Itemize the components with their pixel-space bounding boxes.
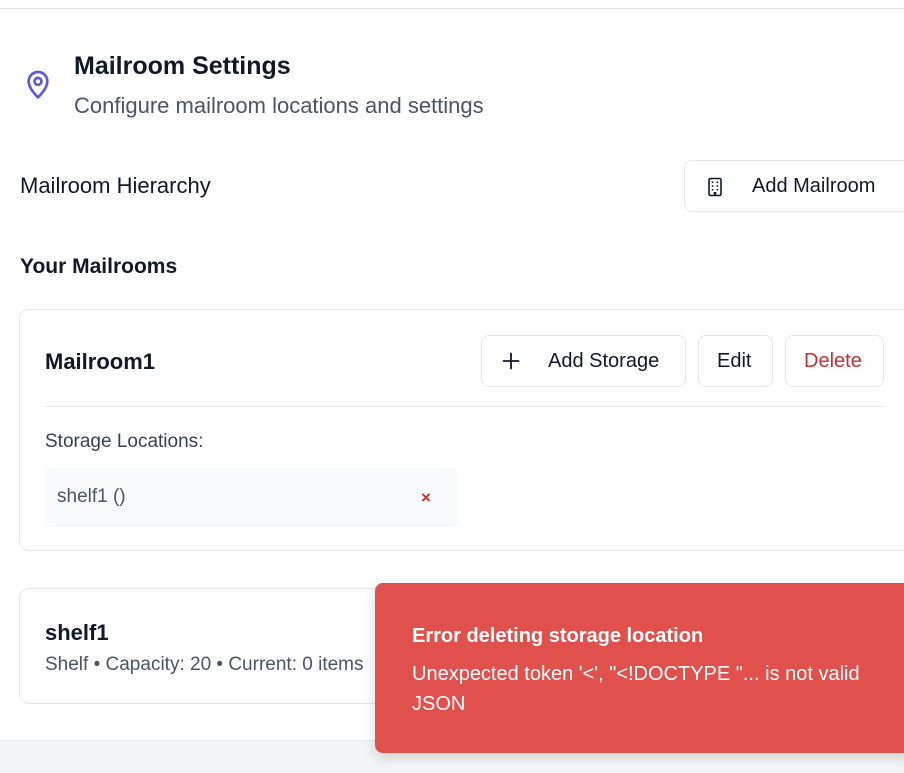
- plus-icon: [502, 352, 520, 370]
- storage-detail-meta: Shelf • Capacity: 20 • Current: 0 items: [45, 654, 364, 675]
- building-icon: [708, 177, 722, 197]
- your-mailrooms-heading: Your Mailrooms: [20, 255, 178, 278]
- add-storage-button[interactable]: Add Storage: [481, 335, 686, 387]
- add-mailroom-label: Add Mailroom: [752, 175, 876, 197]
- storage-location-name: shelf1 (): [57, 486, 126, 507]
- top-divider: [0, 8, 904, 9]
- storage-detail-name: shelf1: [45, 620, 109, 645]
- delete-label: Delete: [804, 350, 862, 372]
- toast-message: Unexpected token '<', "<!DOCTYPE "... is…: [412, 663, 860, 715]
- edit-button[interactable]: Edit: [698, 335, 773, 387]
- add-storage-label: Add Storage: [548, 350, 660, 372]
- map-pin-icon: [27, 70, 49, 99]
- mailroom-name: Mailroom1: [45, 349, 156, 374]
- card-divider: [45, 406, 885, 407]
- delete-button[interactable]: Delete: [785, 335, 884, 387]
- page-title: Mailroom Settings: [74, 52, 291, 80]
- page-subtitle: Configure mailroom locations and setting…: [74, 93, 484, 118]
- edit-label: Edit: [717, 350, 752, 372]
- remove-storage-icon[interactable]: ×: [421, 488, 431, 508]
- toast-title: Error deleting storage location: [412, 625, 704, 647]
- storage-location-item: shelf1 () ×: [45, 468, 458, 527]
- mailroom-card: Mailroom1 Add Storage Edit Delete Storag…: [19, 309, 904, 551]
- hierarchy-title: Mailroom Hierarchy: [20, 173, 211, 198]
- storage-locations-heading: Storage Locations:: [45, 431, 204, 452]
- add-mailroom-button[interactable]: Add Mailroom: [684, 160, 904, 212]
- error-toast[interactable]: Error deleting storage location Unexpect…: [375, 583, 904, 753]
